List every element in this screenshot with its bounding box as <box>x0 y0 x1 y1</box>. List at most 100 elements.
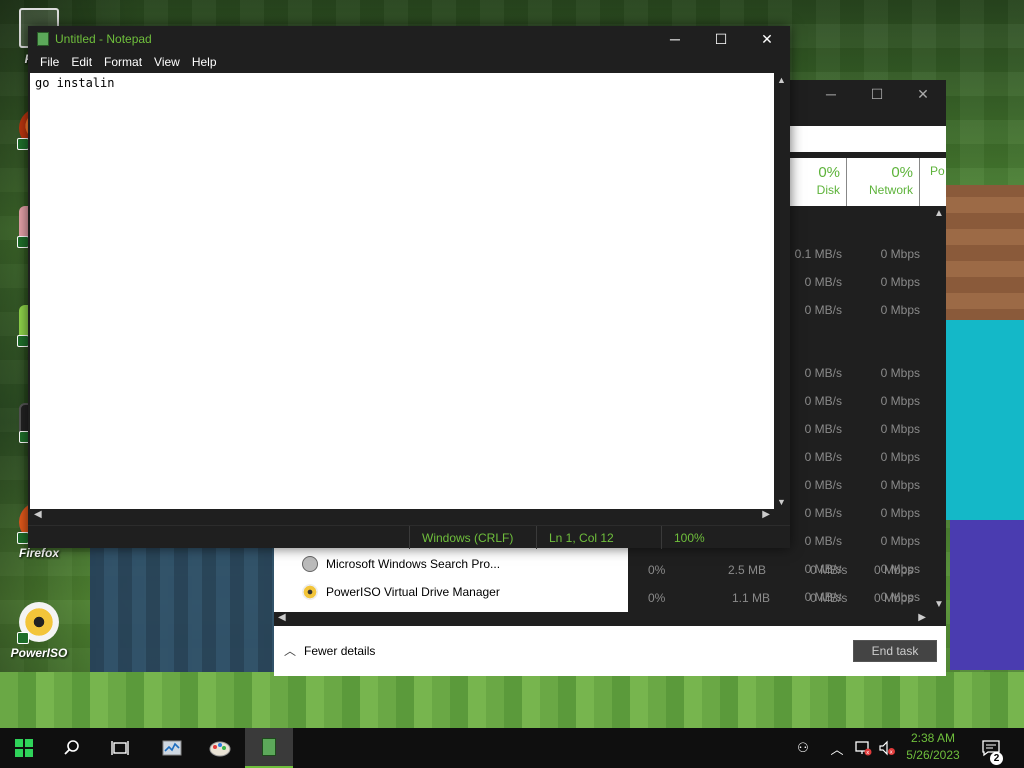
wallpaper-character-body <box>946 320 1024 520</box>
scroll-left-icon[interactable]: ◀ <box>34 509 42 520</box>
clock-time: 2:38 AM <box>910 731 956 745</box>
desktop-icon-poweriso[interactable]: PowerISO <box>2 602 76 660</box>
network-disconnected-icon: x <box>855 741 872 756</box>
task-manager-vertical-scrollbar[interactable]: ▲ ▼ <box>930 206 946 612</box>
volume-button[interactable]: x <box>876 728 898 768</box>
notepad-icon <box>37 32 49 46</box>
table-row[interactable]: 0 MB/s 0 Mbps <box>790 387 930 415</box>
column-power[interactable]: Po <box>920 158 946 206</box>
show-hidden-icons-button[interactable]: ︿ <box>826 728 848 768</box>
memory-cell: 2.5 MB <box>728 563 767 577</box>
menu-view[interactable]: View <box>148 52 186 72</box>
column-power-label: Po <box>930 164 945 178</box>
chevron-up-icon: ︿ <box>284 644 297 658</box>
scroll-right-icon[interactable]: ▶ <box>918 612 926 623</box>
network-cell: 0 Mbps <box>874 563 914 577</box>
desktop-icon-label: Firefox <box>18 546 59 560</box>
taskbar-notepad[interactable] <box>245 728 293 768</box>
scroll-up-icon[interactable]: ▲ <box>777 75 786 85</box>
list-item[interactable]: Microsoft Windows Search Pro... <box>302 551 500 577</box>
task-manager-process-list: Microsoft Windows Search Pro... PowerISO… <box>274 548 628 612</box>
wallpaper-grass <box>0 672 1024 728</box>
maximize-button[interactable]: ☐ <box>698 26 744 52</box>
network-cell: 0 Mbps <box>880 275 920 289</box>
scroll-down-icon[interactable]: ▼ <box>934 599 944 610</box>
notepad-taskbar-icon <box>262 738 276 756</box>
desktop-icon-label: PowerISO <box>10 646 68 660</box>
poweriso-process-icon <box>302 584 318 600</box>
list-item[interactable]: PowerISO Virtual Drive Manager <box>302 579 500 605</box>
task-manager-column-header: 0% Disk 0% Network Po <box>790 158 946 206</box>
people-button[interactable]: ⚇ <box>790 728 816 768</box>
menu-edit[interactable]: Edit <box>65 52 98 72</box>
table-row[interactable]: 0 MB/s 0 Mbps <box>790 443 930 471</box>
network-cell: 0 Mbps <box>880 303 920 317</box>
scroll-left-icon[interactable]: ◀ <box>278 612 286 623</box>
disk-cell: 0 MB/s <box>804 275 842 289</box>
fewer-details-button[interactable]: ︿ Fewer details <box>284 642 375 659</box>
table-row[interactable]: 0 MB/s 0 Mbps <box>790 268 930 296</box>
disk-cell: 0 MB/s <box>804 534 842 548</box>
task-manager-process-values: 0% 2.5 MB 0% 1.1 MB <box>628 548 790 612</box>
search-process-icon <box>302 556 318 572</box>
network-cell: 0 Mbps <box>880 366 920 380</box>
task-manager-maximize-button[interactable]: ☐ <box>854 80 900 108</box>
table-row[interactable]: 0 MB/s 0 Mbps <box>790 296 930 324</box>
column-network-label: Network <box>868 183 913 197</box>
search-button[interactable] <box>48 728 96 768</box>
poweriso-icon <box>17 602 59 644</box>
taskbar-task-manager[interactable] <box>148 728 196 768</box>
task-manager-minimize-button[interactable]: ─ <box>808 80 854 108</box>
memory-cell: 1.1 MB <box>732 591 771 605</box>
disk-cell: 0.1 MB/s <box>794 247 842 261</box>
notepad-titlebar[interactable]: Untitled - Notepad ─ ☐ ✕ <box>28 26 790 52</box>
task-view-button[interactable] <box>96 728 144 768</box>
vertical-scrollbar[interactable]: ▲ ▼ <box>774 73 788 509</box>
task-manager-close-button[interactable]: ✕ <box>900 80 946 108</box>
document-text: go instalin <box>35 76 115 90</box>
task-manager-footer: ︿ Fewer details End task <box>274 626 946 676</box>
task-manager-tab-strip <box>790 126 946 152</box>
table-row[interactable]: 0 MB/s 0 Mbps <box>790 415 930 443</box>
cpu-cell: 0% <box>648 563 666 577</box>
table-row[interactable]: 0 MB/s 0 Mbps <box>790 359 930 387</box>
menu-file[interactable]: File <box>34 52 65 72</box>
horizontal-scrollbar[interactable]: ◀ ▶ <box>30 509 774 523</box>
network-cell: 0 Mbps <box>880 394 920 408</box>
minimize-button[interactable]: ─ <box>652 26 698 52</box>
column-network-percent: 0% <box>891 164 913 181</box>
svg-text:x: x <box>890 750 893 756</box>
scroll-up-icon[interactable]: ▲ <box>934 208 944 219</box>
status-bar: Windows (CRLF) Ln 1, Col 12 100% <box>28 525 790 549</box>
menu-format[interactable]: Format <box>98 52 148 72</box>
text-editor-area[interactable]: go instalin <box>30 73 774 509</box>
start-button[interactable] <box>0 728 48 768</box>
network-cell: 0 Mbps <box>880 506 920 520</box>
end-task-button[interactable]: End task <box>853 640 937 662</box>
status-line-ending: Windows (CRLF) <box>409 526 536 549</box>
column-disk[interactable]: 0% Disk <box>790 158 847 206</box>
notepad-window: Untitled - Notepad ─ ☐ ✕ File Edit Forma… <box>28 26 790 549</box>
taskbar-clock[interactable]: 2:38 AM 5/26/2023 <box>902 730 964 764</box>
cpu-cell: 0% <box>648 591 666 605</box>
menu-help[interactable]: Help <box>186 52 223 72</box>
network-cell: 0 Mbps <box>880 478 920 492</box>
disk-cell: 0 MB/s <box>804 303 842 317</box>
table-row[interactable]: 0 MB/s 0 Mbps <box>790 499 930 527</box>
column-network[interactable]: 0% Network <box>847 158 920 206</box>
disk-cell: 0 MB/s <box>810 591 848 605</box>
network-button[interactable]: x <box>852 728 874 768</box>
disk-cell: 0 MB/s <box>804 366 842 380</box>
wallpaper-character-head <box>946 185 1024 325</box>
table-row[interactable]: 0 MB/s 0 Mbps <box>790 471 930 499</box>
taskbar-paint[interactable] <box>196 728 244 768</box>
window-title: Untitled - Notepad <box>55 32 152 46</box>
table-row[interactable]: 0.1 MB/s 0 Mbps <box>790 240 930 268</box>
network-cell: 0 Mbps <box>880 247 920 261</box>
network-cell: 0 Mbps <box>874 591 914 605</box>
task-manager-horizontal-scrollbar[interactable]: ◀ ▶ <box>274 612 930 626</box>
search-icon <box>64 740 79 755</box>
scroll-right-icon[interactable]: ▶ <box>762 509 770 520</box>
scroll-down-icon[interactable]: ▼ <box>777 497 786 507</box>
close-button[interactable]: ✕ <box>744 26 790 52</box>
